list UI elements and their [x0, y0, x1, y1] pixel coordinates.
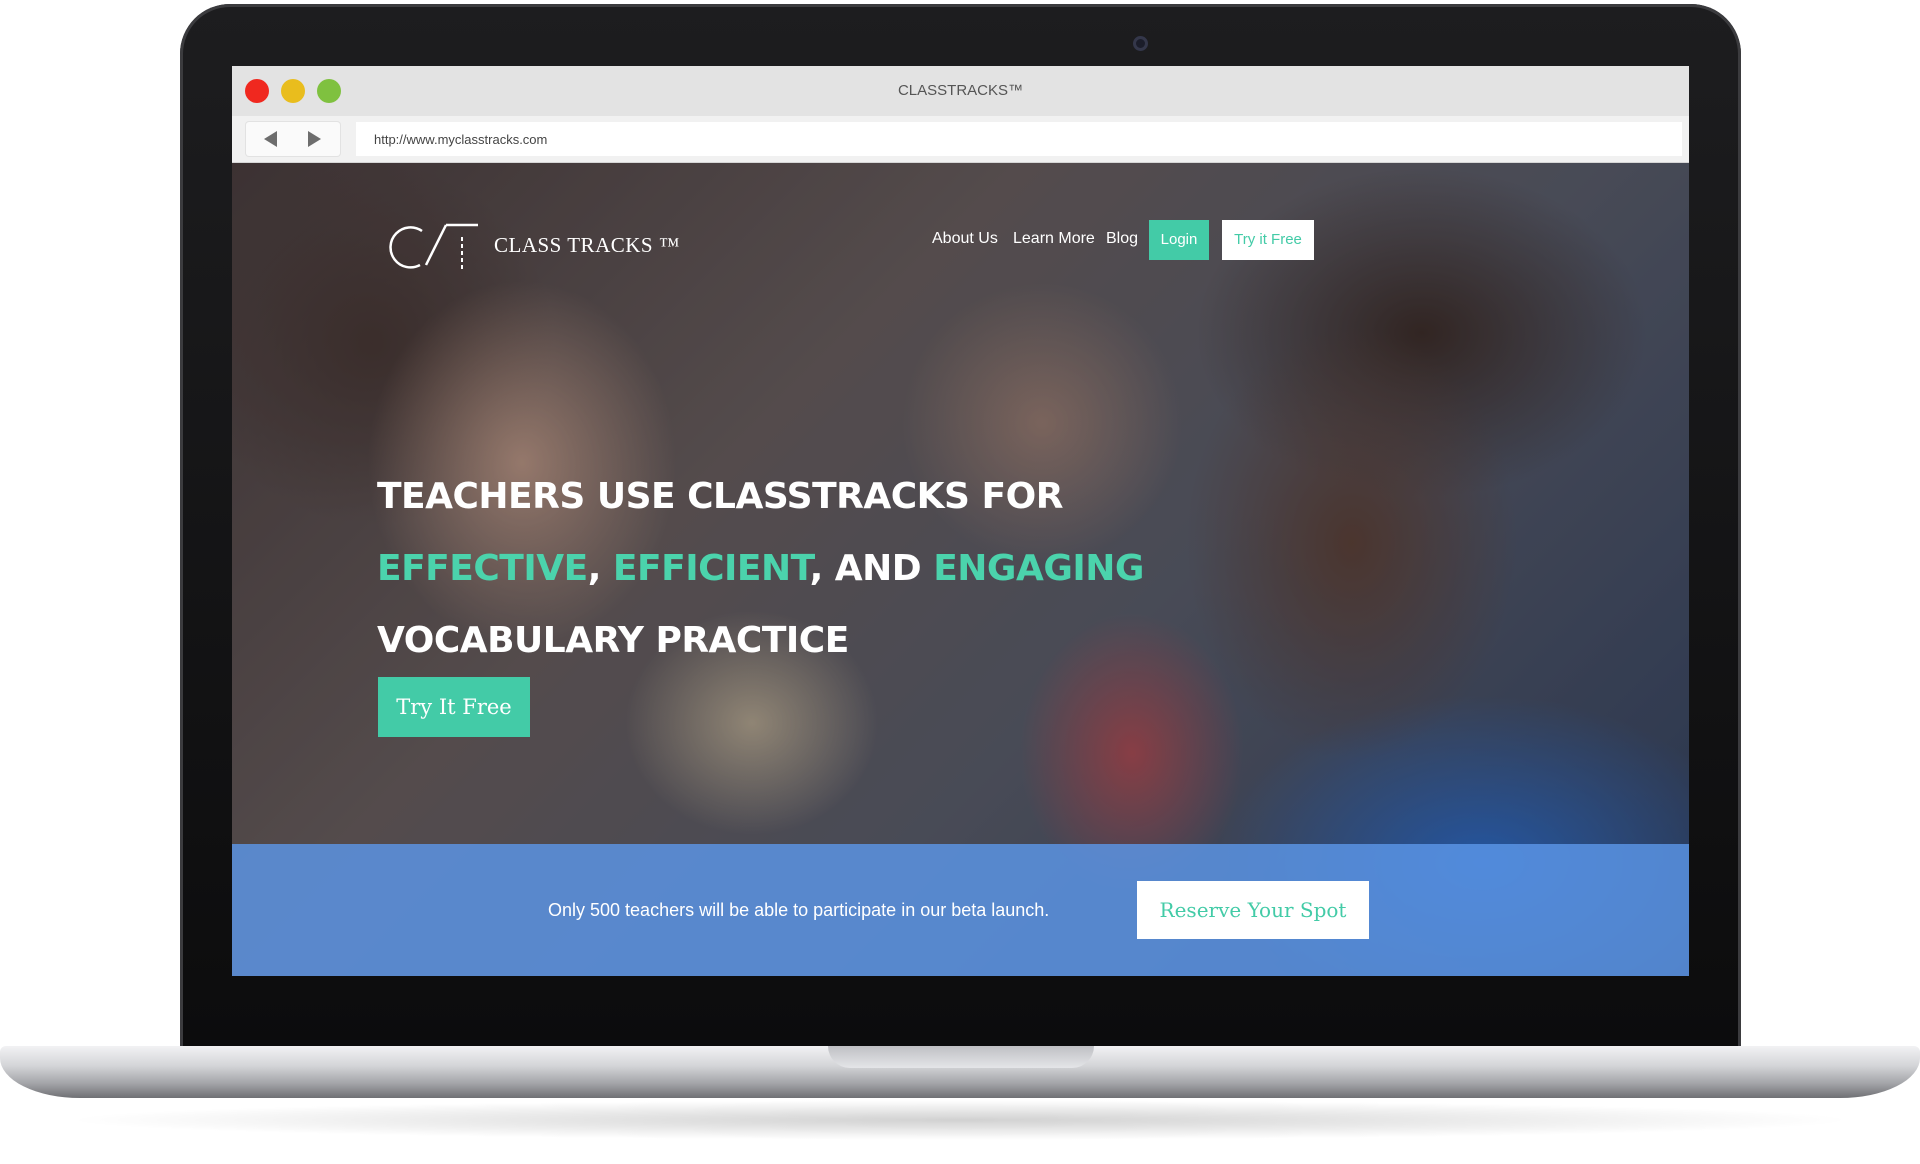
beta-banner: Only 500 teachers will be able to partic…: [232, 844, 1689, 976]
headline-line-2: EFFECTIVE, EFFICIENT, AND ENGAGING: [377, 533, 1277, 605]
laptop-notch: [828, 1046, 1094, 1068]
login-button[interactable]: Login: [1149, 220, 1209, 260]
hero-section: CLASS TRACKS ™ About Us Learn More Blog …: [232, 163, 1689, 976]
history-buttons: [246, 122, 340, 156]
forward-arrow-icon[interactable]: [308, 131, 321, 147]
nav-blog[interactable]: Blog: [1106, 230, 1138, 248]
laptop-shadow: [60, 1100, 1860, 1140]
title-bar: CLASSTRACKS™: [232, 66, 1689, 116]
back-arrow-icon[interactable]: [264, 131, 277, 147]
headline-separator: , AND: [809, 548, 934, 589]
nav-try-free-button[interactable]: Try it Free: [1222, 220, 1314, 260]
browser-toolbar: [232, 116, 1689, 163]
headline-line-1: TEACHERS USE CLASSTRACKS FOR: [377, 476, 1063, 517]
nav-learn-more[interactable]: Learn More: [1013, 230, 1095, 248]
browser-window: CLASSTRACKS™ CLASS TRACKS ™ About Us Lea…: [232, 66, 1689, 976]
banner-text: Only 500 teachers will be able to partic…: [548, 900, 1050, 920]
try-it-free-button[interactable]: Try It Free: [378, 677, 530, 737]
headline-engaging: ENGAGING: [933, 548, 1144, 589]
headline-effective: EFFECTIVE: [377, 548, 588, 589]
headline-line-3: VOCABULARY PRACTICE: [377, 620, 849, 661]
window-title: CLASSTRACKS™: [897, 82, 1024, 99]
camera-icon: [1133, 36, 1148, 51]
hero-headline: TEACHERS USE CLASSTRACKS FOR EFFECTIVE, …: [377, 461, 1277, 677]
main-nav: About Us Learn More Blog Login Try it Fr…: [932, 220, 1474, 260]
address-bar[interactable]: [356, 122, 1682, 156]
reserve-spot-button[interactable]: Reserve Your Spot: [1137, 881, 1369, 939]
nav-about-us[interactable]: About Us: [932, 230, 998, 248]
headline-separator: ,: [587, 548, 613, 589]
headline-efficient: EFFICIENT: [612, 548, 810, 589]
classtracks-logo-icon: [389, 223, 478, 271]
logo-text: CLASS TRACKS ™: [494, 233, 680, 257]
